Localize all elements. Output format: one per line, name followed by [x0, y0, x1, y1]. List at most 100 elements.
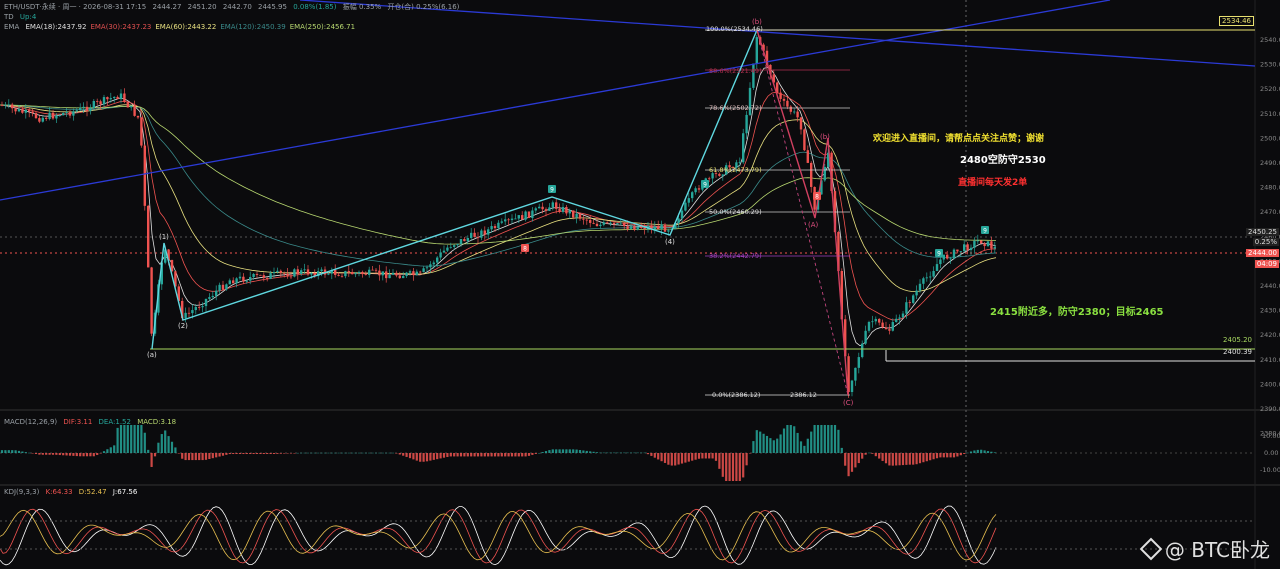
- binance-diamond-icon: [1139, 537, 1163, 560]
- macd-bar: [238, 453, 242, 454]
- candle-body: [487, 229, 490, 235]
- candle-body: [918, 283, 922, 291]
- candle-body: [657, 226, 660, 230]
- macd-bar: [810, 431, 813, 453]
- macd-bar: [187, 453, 191, 461]
- price-axis-tick: 2410.00: [1260, 356, 1280, 364]
- ema-item: EMA(60):2443.22: [155, 23, 217, 31]
- macd-bar: [728, 453, 731, 481]
- macd-bar: [79, 453, 82, 457]
- macd-bar: [357, 452, 361, 454]
- macd-bar: [922, 453, 925, 463]
- candle-body: [385, 271, 388, 279]
- candle-body: [738, 162, 741, 164]
- candle-body: [187, 312, 191, 314]
- macd-bar: [776, 438, 779, 453]
- td-value: Up:4: [19, 13, 37, 21]
- macd-bar: [354, 452, 357, 454]
- macd-bar: [891, 453, 894, 466]
- macd-header[interactable]: MACD(12,26,9) DIF:3.11 DEA:1.52 MACD:3.1…: [4, 418, 180, 427]
- fib-0-label: 0.0%(2386.12): [712, 391, 760, 399]
- candle-body: [340, 275, 344, 277]
- wave-label-a-start: (a): [147, 351, 157, 359]
- macd-bar: [827, 425, 830, 453]
- candle-body: [123, 93, 126, 102]
- candle-body: [861, 343, 864, 358]
- macd-bar: [514, 453, 517, 457]
- candlestick-chart[interactable]: 100.0%(2534.46) 88.6%(2521.49) 78.6%(250…: [0, 0, 1280, 569]
- chart-stage[interactable]: 100.0%(2534.46) 88.6%(2521.49) 78.6%(250…: [0, 0, 1280, 569]
- macd-bar: [861, 453, 864, 459]
- macd-bar: [524, 453, 527, 457]
- macd-bar: [72, 453, 75, 456]
- candle-body: [793, 111, 796, 113]
- candle-body: [109, 98, 112, 100]
- candle-body: [368, 269, 371, 275]
- macd-bar: [136, 425, 140, 453]
- macd-bar: [85, 453, 89, 457]
- macd-bar: [697, 453, 701, 459]
- kdj-header[interactable]: KDJ(9,3,3) K:64.33 D:52.47 J:67.56: [4, 488, 141, 497]
- macd-bar: [153, 453, 157, 457]
- kdj-k: K:64.33: [45, 488, 73, 496]
- candle-body: [925, 277, 928, 279]
- candle-body: [402, 276, 405, 279]
- candle-body: [41, 117, 44, 122]
- macd-bar: [803, 445, 806, 453]
- macd-bar: [317, 452, 320, 454]
- candle-body: [473, 232, 476, 237]
- wave-label-4: (4): [665, 238, 675, 246]
- short-plan-annotation: 2480空防守2530: [960, 155, 1046, 166]
- candle-body: [782, 98, 786, 101]
- candle-body: [633, 226, 636, 230]
- wave-label-2: (2): [178, 322, 188, 330]
- candle-body: [17, 109, 21, 112]
- macd-bar: [109, 447, 112, 453]
- candle-body: [272, 271, 276, 274]
- macd-bar: [439, 453, 442, 459]
- macd-bar: [646, 453, 650, 455]
- kdj-line: [0, 505, 997, 566]
- candle-body: [680, 210, 684, 219]
- macd-bar: [619, 452, 622, 454]
- candle-body: [912, 295, 915, 303]
- wave-count-cyan[interactable]: [151, 29, 758, 350]
- ema-indicator-row[interactable]: EMA EMA(18):2437.92 EMA(30):2437.23 EMA(60…: [4, 23, 359, 32]
- candle-body: [24, 109, 27, 113]
- candle-body: [184, 312, 187, 319]
- macd-bar: [327, 452, 330, 454]
- macd-bar: [99, 453, 102, 454]
- candle-body: [708, 178, 711, 180]
- candle-body: [72, 111, 75, 116]
- macd-bar: [918, 453, 922, 464]
- macd-dif: DIF:3.11: [63, 418, 93, 426]
- candle-body: [908, 302, 911, 304]
- macd-bar: [898, 453, 901, 466]
- macd-bar: [575, 449, 578, 453]
- macd-bar: [497, 453, 500, 457]
- candle-body: [65, 111, 68, 113]
- macd-bar: [708, 453, 711, 459]
- macd-bar: [572, 449, 575, 453]
- svg-text:8: 8: [815, 194, 819, 201]
- candle-body: [266, 278, 269, 279]
- candle-body: [619, 222, 622, 224]
- macd-bar: [663, 453, 667, 463]
- candle-body: [589, 219, 592, 223]
- macd-bar: [106, 449, 109, 453]
- macd-bar: [221, 453, 225, 456]
- candle-body: [347, 271, 350, 272]
- macd-bar: [884, 453, 888, 464]
- macd-bar: [181, 453, 184, 459]
- td-indicator-row[interactable]: TD Up:4: [4, 13, 40, 22]
- candle-body: [276, 270, 279, 272]
- macd-bar: [296, 452, 299, 454]
- macd-bar: [490, 453, 493, 457]
- candle-body: [490, 226, 493, 230]
- macd-bar: [932, 453, 935, 460]
- macd-bar: [55, 453, 58, 455]
- candle-body: [0, 105, 4, 106]
- candle-body: [388, 274, 391, 279]
- candle-body: [85, 106, 89, 112]
- macd-bar: [259, 453, 262, 454]
